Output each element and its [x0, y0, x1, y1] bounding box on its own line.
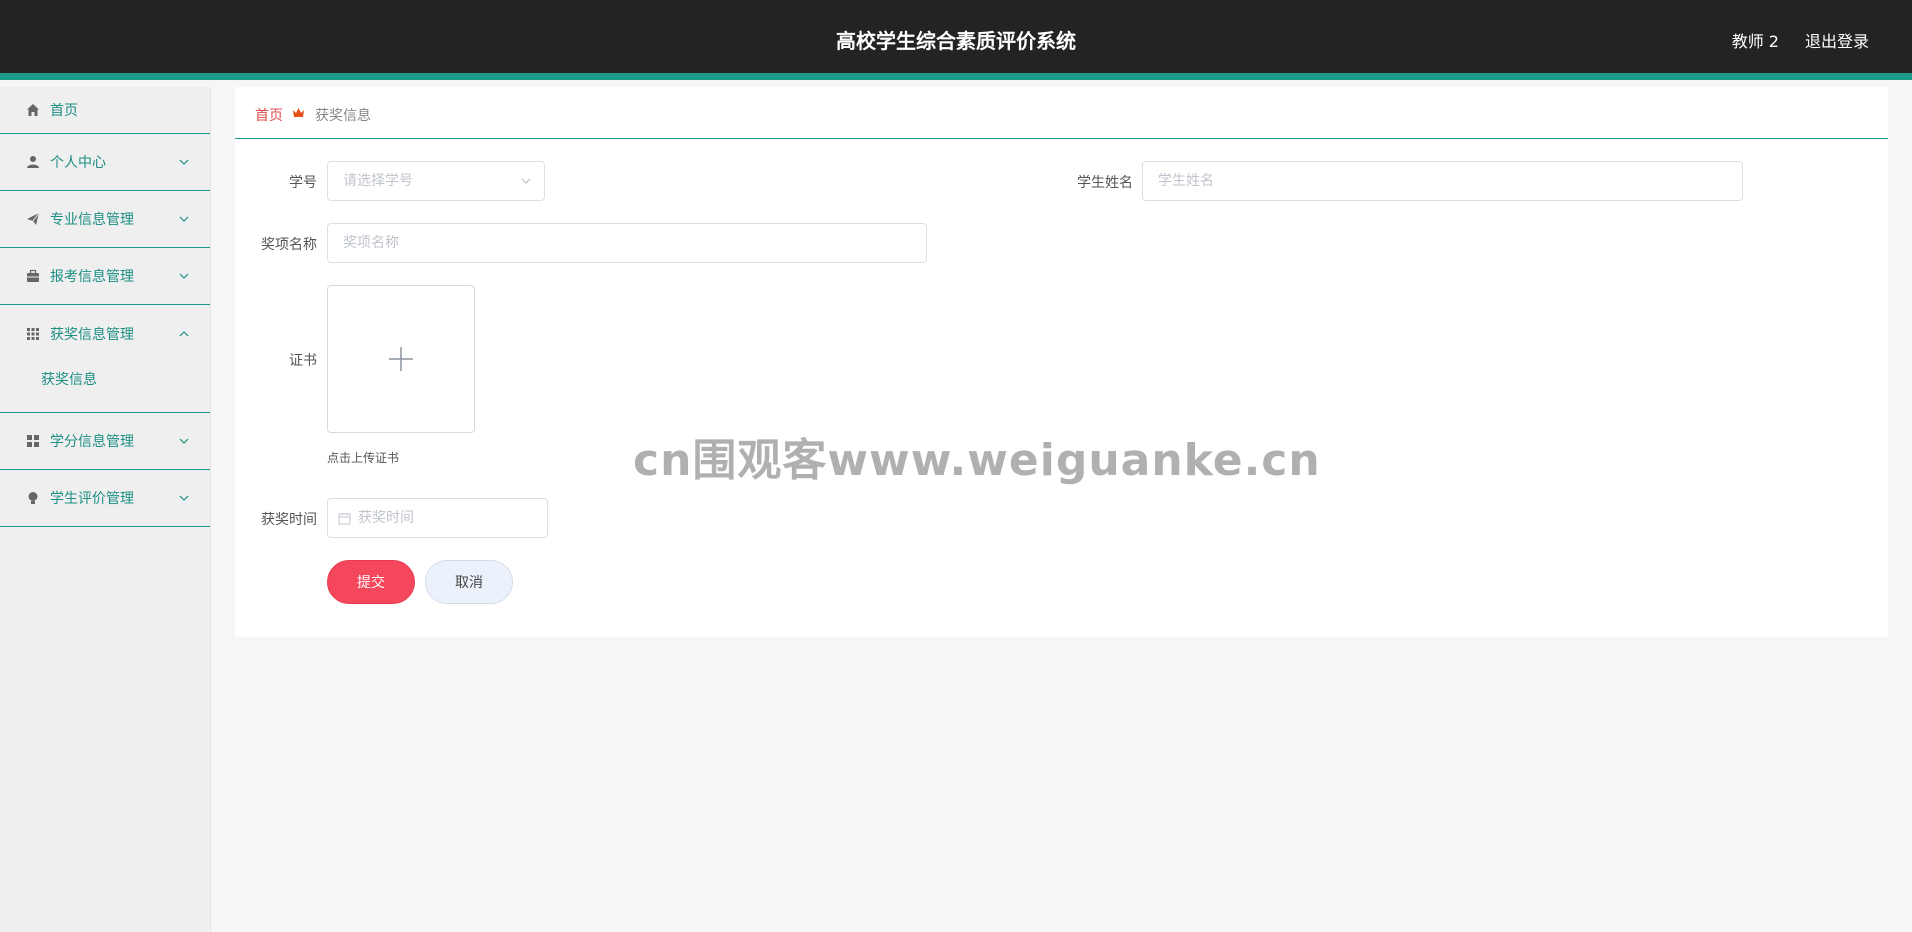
calendar-icon	[338, 513, 351, 525]
sidebar-item-label: 专业信息管理	[50, 212, 134, 228]
chevron-down-icon	[179, 273, 189, 279]
award-name-input[interactable]: 奖项名称	[327, 223, 927, 263]
sidebar-item-student-evaluation[interactable]: 学生评价管理	[0, 470, 210, 527]
sidebar-item-credit-info[interactable]: 学分信息管理	[0, 413, 210, 470]
lightbulb-icon	[25, 490, 41, 506]
breadcrumb: 首页 获奖信息	[235, 87, 1888, 139]
sidebar-group-award-info: 获奖信息管理 获奖信息	[0, 305, 210, 413]
award-time-label: 获奖时间	[261, 512, 317, 528]
sidebar-item-application-info[interactable]: 报考信息管理	[0, 248, 210, 305]
sidebar-item-label: 个人中心	[50, 155, 106, 171]
top-header: 高校学生综合素质评价系统 教师 2 退出登录	[0, 0, 1912, 80]
watermark: cn围观客www.weiguanke.cn	[633, 435, 1321, 486]
chevron-down-icon	[179, 438, 189, 444]
student-name-label: 学生姓名	[1077, 175, 1133, 191]
chevron-down-icon	[521, 178, 531, 184]
grid-icon	[25, 326, 41, 342]
upload-tip: 点击上传证书	[327, 451, 400, 465]
main-content: 首页 获奖信息 学号 请选择学号 学生姓名 学生姓名 奖项名称 奖项名称 证书 …	[235, 87, 1888, 637]
submit-button[interactable]: 提交	[327, 560, 415, 604]
breadcrumb-current: 获奖信息	[315, 108, 371, 124]
apps-icon	[25, 433, 41, 449]
cancel-button[interactable]: 取消	[425, 560, 513, 604]
sidebar-item-label: 获奖信息管理	[50, 326, 134, 343]
chevron-down-icon	[179, 159, 189, 165]
award-time-picker[interactable]: 获奖时间	[327, 498, 548, 538]
chevron-down-icon	[179, 495, 189, 501]
paper-plane-icon	[25, 211, 41, 227]
sidebar-item-label: 学生评价管理	[50, 491, 134, 507]
logout-button[interactable]: 退出登录	[1805, 28, 1869, 52]
briefcase-icon	[25, 268, 41, 284]
award-time-placeholder: 获奖时间	[358, 510, 414, 526]
certificate-uploader[interactable]	[327, 285, 475, 433]
user-icon	[25, 154, 41, 170]
sidebar-item-label: 学分信息管理	[50, 434, 134, 450]
plus-icon	[389, 347, 413, 371]
sidebar-item-label: 报考信息管理	[50, 269, 134, 285]
sidebar-subitem-award-list[interactable]: 获奖信息	[0, 362, 210, 412]
sidebar-item-major-info[interactable]: 专业信息管理	[0, 191, 210, 248]
award-name-label: 奖项名称	[261, 237, 317, 253]
app-title: 高校学生综合素质评价系统	[836, 29, 1076, 53]
student-id-placeholder: 请选择学号	[343, 173, 413, 189]
home-icon	[25, 102, 41, 118]
crown-icon	[293, 108, 304, 117]
certificate-label: 证书	[289, 353, 317, 369]
sidebar-item-personal-center[interactable]: 个人中心	[0, 134, 210, 191]
student-id-label: 学号	[289, 175, 317, 191]
chevron-up-icon	[179, 330, 189, 336]
sidebar: 首页 个人中心 专业信息管理 报考信息管理 获奖信息管理 获奖信息 学分信息管理…	[0, 87, 211, 932]
student-id-select[interactable]: 请选择学号	[327, 161, 545, 201]
student-name-input[interactable]: 学生姓名	[1142, 161, 1743, 201]
breadcrumb-home-link[interactable]: 首页	[255, 105, 283, 125]
sidebar-item-award-info[interactable]: 获奖信息管理	[0, 305, 210, 362]
chevron-down-icon	[179, 216, 189, 222]
sidebar-item-label: 首页	[50, 103, 78, 119]
sidebar-item-home[interactable]: 首页	[0, 87, 210, 134]
current-user: 教师 2	[1731, 32, 1779, 51]
